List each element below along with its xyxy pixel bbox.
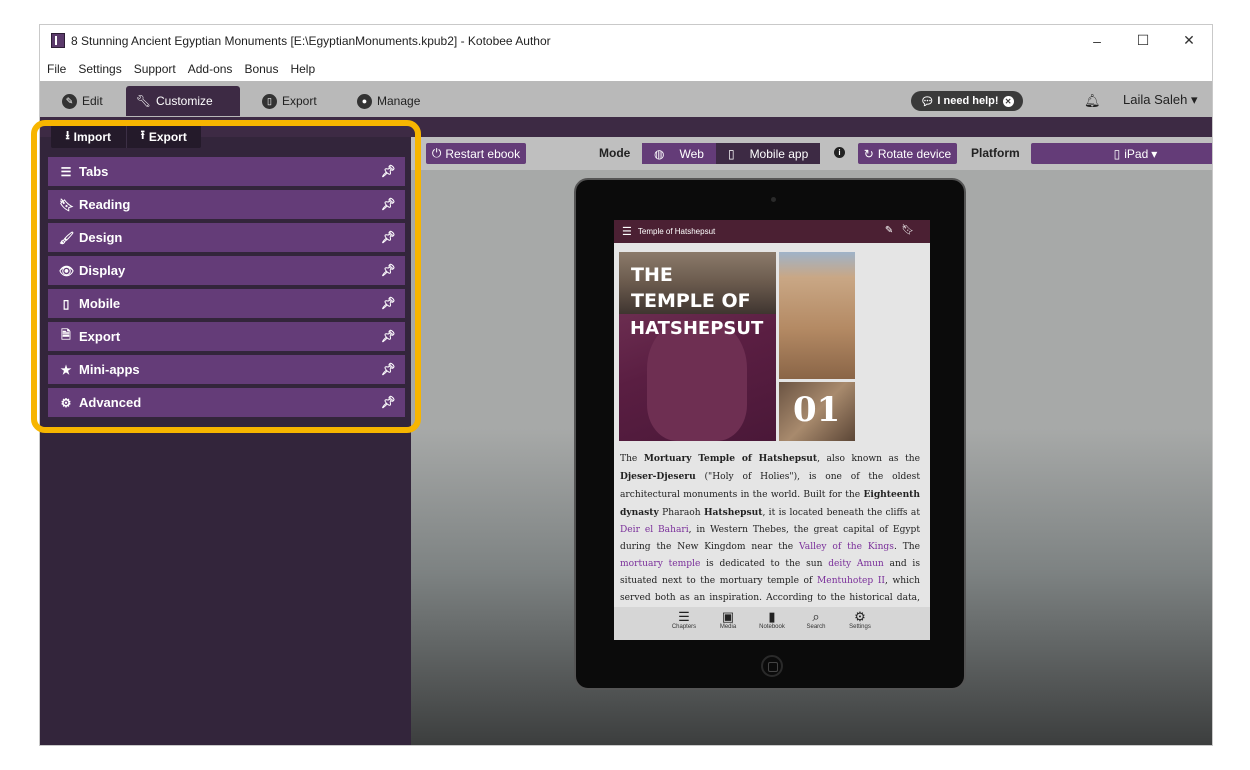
ebook-footer-nav: ☰ Chapters ▣ Media ▮ Notebook ⌕ Search ⚙︎ Set… <box>614 607 930 640</box>
info-icon[interactable]: i <box>834 147 845 158</box>
footer-settings-label: Settings <box>849 624 871 630</box>
menu-icon[interactable]: ☰ <box>622 225 632 238</box>
chapter-number: 01 <box>793 390 841 430</box>
ebook-header-actions: ✎🔖︎ <box>885 225 922 236</box>
cover-image: THE TEMPLE OF HATSHEPSUT <box>619 252 776 441</box>
mode-label: Mode <box>599 146 631 160</box>
restart-ebook-button[interactable]: ⏻ Restart ebook <box>426 143 526 164</box>
window-controls: – ☐ ✕ <box>1074 25 1212 56</box>
caret-down-icon: ▾ <box>1151 146 1158 161</box>
tab-manage[interactable]: ● Manage <box>347 86 430 116</box>
ebook-body-text: The Mortuary Temple of Hatshepsut, also … <box>620 453 921 620</box>
title-bar: 8 Stunning Ancient Egyptian Monuments [E… <box>40 25 1212 56</box>
user-menu[interactable]: Laila Saleh ▾ <box>1123 92 1197 108</box>
footer-search[interactable]: ⌕ Search <box>794 607 838 640</box>
tab-edit-label: Edit <box>82 94 103 108</box>
chat-icon: 💬︎ <box>920 95 935 108</box>
platform-label: Platform <box>971 146 1020 160</box>
power-icon: ⏻ <box>431 146 442 160</box>
footer-settings[interactable]: ⚙︎ Settings <box>838 607 882 640</box>
help-button[interactable]: 💬︎ I need help! ✕ <box>911 91 1023 111</box>
rotate-device-button[interactable]: ↻ Rotate device <box>858 143 957 164</box>
image-icon: ▣ <box>721 609 735 624</box>
chapter-number-image: 01 <box>779 382 855 441</box>
footer-media[interactable]: ▣ Media <box>706 607 750 640</box>
ebook-chapter-title: Temple of Hatshepsut <box>637 227 716 236</box>
column-photo <box>779 252 855 379</box>
mode-toggle: ◍ Web ▯ Mobile app <box>642 143 821 164</box>
footer-chapters-label: Chapters <box>671 624 697 630</box>
tab-export-label: Export <box>282 94 317 108</box>
cover-line-3: HATSHEPSUT <box>630 318 764 339</box>
mode-mobile-label: Mobile app <box>749 146 809 161</box>
menu-support[interactable]: Support <box>134 62 176 76</box>
search-icon: ⌕ <box>812 609 820 624</box>
footer-chapters[interactable]: ☰ Chapters <box>662 607 706 640</box>
edit-note-icon[interactable]: ✎ <box>885 225 901 236</box>
pencil-icon: ✎ <box>62 93 77 109</box>
tab-manage-label: Manage <box>377 94 421 108</box>
user-icon: ● <box>357 93 372 109</box>
bell-icon[interactable]: 🔔︎ <box>1084 93 1101 109</box>
tab-edit[interactable]: ✎ Edit <box>52 86 113 116</box>
mobile-icon: ▯ <box>727 146 735 161</box>
globe-icon: ◍ <box>654 146 665 161</box>
rotate-label: Rotate device <box>877 146 952 161</box>
menu-bar: File Settings Support Add-ons Bonus Help <box>40 56 1212 81</box>
footer-media-label: Media <box>719 624 737 630</box>
mode-web-label: Web <box>679 146 704 161</box>
menu-add-ons[interactable]: Add-ons <box>188 62 233 76</box>
window-title: 8 Stunning Ancient Egyptian Monuments [E… <box>71 33 551 48</box>
cover-line-2: TEMPLE OF <box>631 290 751 312</box>
menu-file[interactable]: File <box>47 62 66 76</box>
camera-icon <box>771 197 776 202</box>
footer-search-label: Search <box>806 624 826 630</box>
footer-notebook[interactable]: ▮ Notebook <box>750 607 794 640</box>
tab-export[interactable]: ▯ Export <box>252 86 327 116</box>
notebook-icon: ▮ <box>768 609 776 624</box>
mode-mobile-button[interactable]: ▯ Mobile app <box>715 143 821 164</box>
rotate-icon: ↻ <box>863 146 874 161</box>
kotobee-app-icon <box>51 33 65 48</box>
platform-select[interactable]: ▯ iPad ▾ <box>1031 143 1212 164</box>
wrench-icon: 🔧︎ <box>135 94 152 108</box>
ebook-header: ☰ Temple of Hatshepsut ✎🔖︎ <box>614 220 930 243</box>
restart-label: Restart ebook <box>445 146 521 161</box>
gear-icon: ⚙︎ <box>854 609 866 624</box>
preview-toolbar: ⏻ Restart ebook Mode ◍ Web ▯ Mobile app i … <box>411 137 1212 170</box>
menu-settings[interactable]: Settings <box>78 62 121 76</box>
highlight-frame <box>31 120 421 433</box>
home-button[interactable] <box>761 655 783 677</box>
footer-notebook-label: Notebook <box>759 624 785 630</box>
list-icon: ☰ <box>678 609 690 624</box>
mode-web-button[interactable]: ◍ Web <box>642 143 716 164</box>
tab-customize-label: Customize <box>156 94 213 108</box>
caret-down-icon: ▾ <box>1190 92 1198 107</box>
menu-bonus[interactable]: Bonus <box>244 62 278 76</box>
minimize-button[interactable]: – <box>1074 25 1120 56</box>
ebook-screen: ☰ Temple of Hatshepsut ✎🔖︎ THE TEMPLE OF… <box>614 220 930 640</box>
export-icon: ▯ <box>262 93 277 109</box>
platform-value: iPad <box>1124 146 1149 161</box>
cover-title: THE TEMPLE OF <box>631 262 751 314</box>
bookmark-icon[interactable]: 🔖︎ <box>901 225 922 236</box>
maximize-button[interactable]: ☐ <box>1120 25 1166 56</box>
tab-customize[interactable]: 🔧︎ Customize <box>126 86 240 116</box>
cover-line-1: THE <box>631 264 673 286</box>
close-help-icon[interactable]: ✕ <box>1002 95 1014 107</box>
close-button[interactable]: ✕ <box>1166 25 1212 56</box>
menu-help[interactable]: Help <box>290 62 315 76</box>
tablet-icon: ▯ <box>1113 146 1121 161</box>
help-label: I need help! <box>937 95 999 107</box>
user-name: Laila Saleh <box>1123 92 1188 107</box>
main-tab-bar: ✎ Edit 🔧︎ Customize ▯ Export ● Manage 💬︎… <box>40 81 1212 117</box>
